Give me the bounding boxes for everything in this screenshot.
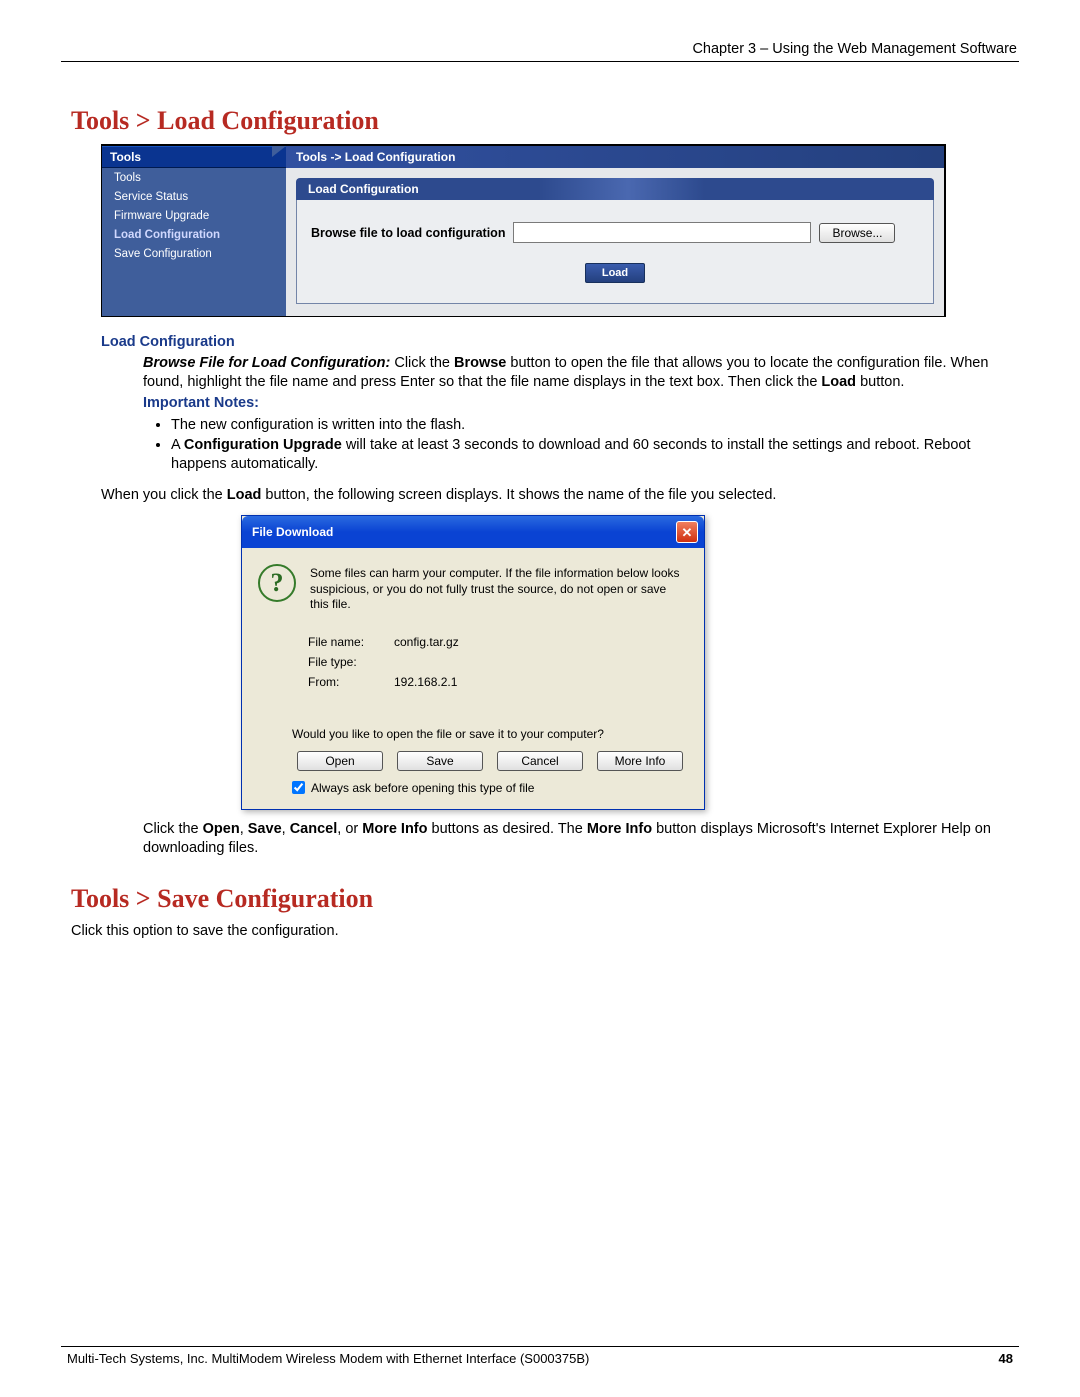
subhead-load-config: Load Configuration: [101, 333, 1009, 352]
dialog-titlebar: File Download ✕: [242, 516, 704, 548]
open-button[interactable]: Open: [297, 751, 383, 771]
browse-label: Browse file to load configuration: [311, 226, 505, 240]
dialog-fields: File name: config.tar.gz File type: From…: [308, 635, 688, 689]
save-config-text: Click this option to save the configurat…: [71, 922, 1009, 941]
page-body: Tools > Load Configuration Tools Tools S…: [61, 62, 1019, 1346]
dialog-question: Would you like to open the file or save …: [292, 727, 688, 741]
sidebar-item-service-status[interactable]: Service Status: [102, 187, 286, 206]
page-footer: Multi-Tech Systems, Inc. MultiModem Wire…: [61, 1347, 1019, 1366]
sidebar-tab[interactable]: Tools: [102, 146, 286, 168]
browse-button[interactable]: Browse...: [819, 223, 895, 243]
label-filename: File name:: [308, 635, 386, 649]
browse-lead: Browse File for Load Configuration:: [143, 355, 390, 371]
document-page: Chapter 3 – Using the Web Management Sof…: [0, 0, 1080, 1397]
section-heading-save: Tools > Save Configuration: [71, 884, 1009, 914]
webui-content: Tools -> Load Configuration Load Configu…: [286, 146, 944, 316]
cancel-button[interactable]: Cancel: [497, 751, 583, 771]
section-title-bar: Load Configuration: [296, 178, 934, 200]
sidebar-item-save-configuration[interactable]: Save Configuration: [102, 244, 286, 263]
browse-instruction: Browse File for Load Configuration: Clic…: [143, 354, 1009, 392]
chapter-header: Chapter 3 – Using the Web Management Sof…: [61, 41, 1019, 61]
config-file-input[interactable]: [513, 222, 811, 243]
breadcrumb: Tools -> Load Configuration: [286, 146, 944, 168]
always-ask-checkbox[interactable]: [292, 781, 305, 794]
browse-row: Browse file to load configuration Browse…: [311, 222, 919, 243]
doc-text-1: Load Configuration Browse File for Load …: [101, 333, 1009, 505]
footer-text: Multi-Tech Systems, Inc. MultiModem Wire…: [67, 1351, 589, 1366]
save-button[interactable]: Save: [397, 751, 483, 771]
dialog-button-row: Open Save Cancel More Info: [292, 751, 688, 771]
file-download-dialog: File Download ✕ ? Some files can harm yo…: [241, 515, 705, 810]
label-from: From:: [308, 675, 386, 689]
after-load-text: When you click the Load button, the foll…: [101, 486, 1009, 505]
value-from: 192.168.2.1: [394, 675, 457, 689]
note-1: The new configuration is written into th…: [171, 416, 1009, 435]
sidebar-item-tools[interactable]: Tools: [102, 168, 286, 187]
more-info-button[interactable]: More Info: [597, 751, 683, 771]
page-number: 48: [999, 1351, 1013, 1366]
sidebar-item-firmware-upgrade[interactable]: Firmware Upgrade: [102, 206, 286, 225]
row-from: From: 192.168.2.1: [308, 675, 688, 689]
note-2: A Configuration Upgrade will take at lea…: [171, 436, 1009, 474]
close-icon[interactable]: ✕: [676, 521, 698, 543]
webui-panel: Tools Tools Service Status Firmware Upgr…: [101, 144, 946, 317]
row-filetype: File type:: [308, 655, 688, 669]
load-button[interactable]: Load: [585, 263, 645, 283]
section-body: Browse file to load configuration Browse…: [296, 200, 934, 304]
notes-list: The new configuration is written into th…: [171, 416, 1009, 474]
sidebar: Tools Tools Service Status Firmware Upgr…: [102, 146, 286, 316]
section-heading-load: Tools > Load Configuration: [71, 106, 1009, 136]
dialog-message: Some files can harm your computer. If th…: [310, 566, 688, 613]
always-ask-label: Always ask before opening this type of f…: [311, 781, 534, 795]
dialog-top: ? Some files can harm your computer. If …: [258, 566, 688, 613]
dialog-body: ? Some files can harm your computer. If …: [242, 548, 704, 809]
subhead-notes: Important Notes:: [143, 394, 1009, 413]
always-ask-row[interactable]: Always ask before opening this type of f…: [292, 781, 688, 795]
sidebar-item-load-configuration[interactable]: Load Configuration: [102, 225, 286, 244]
question-icon: ?: [258, 564, 296, 602]
doc-text-2: Click the Open, Save, Cancel, or More In…: [143, 820, 1009, 858]
value-filename: config.tar.gz: [394, 635, 459, 649]
dialog-title: File Download: [252, 525, 333, 539]
row-filename: File name: config.tar.gz: [308, 635, 688, 649]
label-filetype: File type:: [308, 655, 386, 669]
